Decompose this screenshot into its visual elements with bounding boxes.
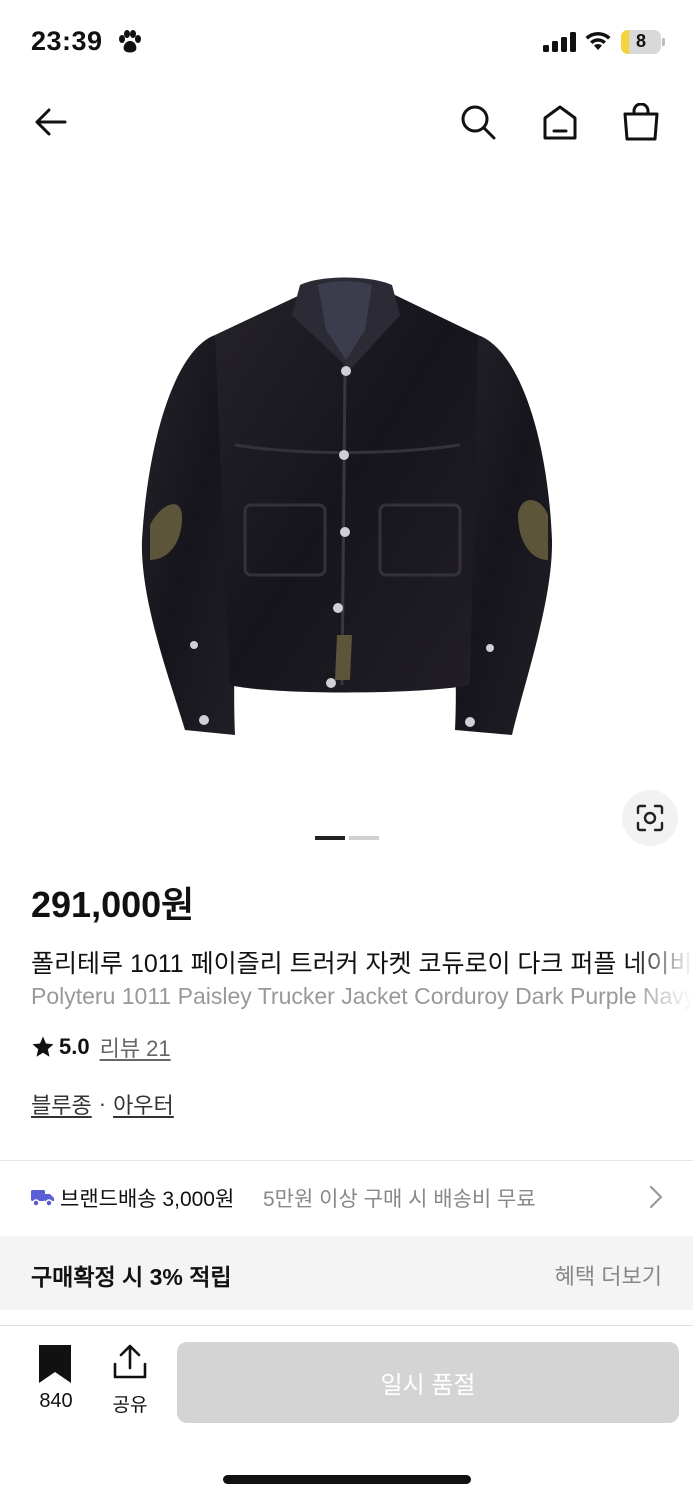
lens-icon [636, 804, 664, 832]
share-icon [113, 1344, 147, 1379]
battery-indicator: 8 [621, 30, 665, 54]
title-fade [633, 940, 693, 1020]
back-arrow-icon [35, 108, 67, 136]
rating-row: 5.0 리뷰 21 [31, 1032, 171, 1062]
paw-icon [119, 30, 141, 53]
benefit-row: 구매확정 시 3% 적립 혜택 더보기 [0, 1236, 693, 1310]
search-icon [461, 105, 496, 140]
share-label: 공유 [112, 1395, 148, 1416]
bookmark-icon [39, 1345, 71, 1383]
image-search-button[interactable] [622, 790, 678, 846]
category-separator: · [98, 1091, 107, 1116]
cart-button[interactable] [619, 100, 663, 144]
wifi-icon [585, 31, 611, 50]
home-icon [543, 105, 577, 140]
review-link[interactable]: 리뷰 21 [100, 1031, 171, 1063]
shipping-fee: 브랜드배송 3,000원 [60, 1188, 235, 1211]
cellular-signal-icon [543, 32, 576, 52]
bookmark-count: 840 [39, 1390, 73, 1412]
navigation-bar [0, 92, 693, 152]
more-benefits-link[interactable]: 혜택 더보기 [555, 1259, 662, 1291]
status-time: 23:39 [31, 26, 103, 56]
share-button[interactable]: 공유 [104, 1344, 156, 1416]
rating-value: 5.0 [59, 1034, 90, 1059]
home-indicator[interactable] [223, 1475, 471, 1484]
shopping-bag-icon [623, 103, 659, 141]
product-price: 291,000원 [31, 884, 195, 925]
search-button[interactable] [456, 100, 500, 144]
chevron-right-icon [649, 1185, 663, 1209]
shipping-info-row[interactable]: 브랜드배송 3,000원 5만원 이상 구매 시 배송비 무료 [0, 1161, 693, 1233]
back-button[interactable] [29, 100, 73, 144]
category-link-blouson[interactable]: 블루종 [31, 1088, 92, 1120]
carousel-indicator [349, 836, 379, 840]
reward-points-text: 구매확정 시 3% 적립 [31, 1264, 232, 1290]
product-image[interactable] [0, 240, 693, 780]
category-breadcrumb: 블루종 · 아우터 [31, 1088, 174, 1120]
category-link-outer[interactable]: 아우터 [113, 1088, 174, 1120]
product-title-english: Polyteru 1011 Paisley Trucker Jacket Cor… [31, 983, 693, 1009]
free-shipping-note: 5만원 이상 구매 시 배송비 무료 [263, 1188, 536, 1211]
carousel-indicator-active [315, 836, 345, 840]
sold-out-button[interactable]: 일시 품절 [177, 1342, 679, 1423]
product-title-korean: 폴리테루 1011 페이즐리 트러커 자켓 코듀로이 다크 퍼플 네이비 [31, 950, 693, 978]
truck-icon [31, 1190, 54, 1207]
home-button[interactable] [538, 100, 582, 144]
status-bar: 23:39 8 [0, 0, 693, 86]
bottom-action-bar: 840 공유 일시 품절 [0, 1325, 693, 1500]
battery-level: 8 [635, 31, 646, 51]
bookmark-button[interactable]: 840 [30, 1344, 82, 1414]
star-icon [32, 1036, 54, 1057]
